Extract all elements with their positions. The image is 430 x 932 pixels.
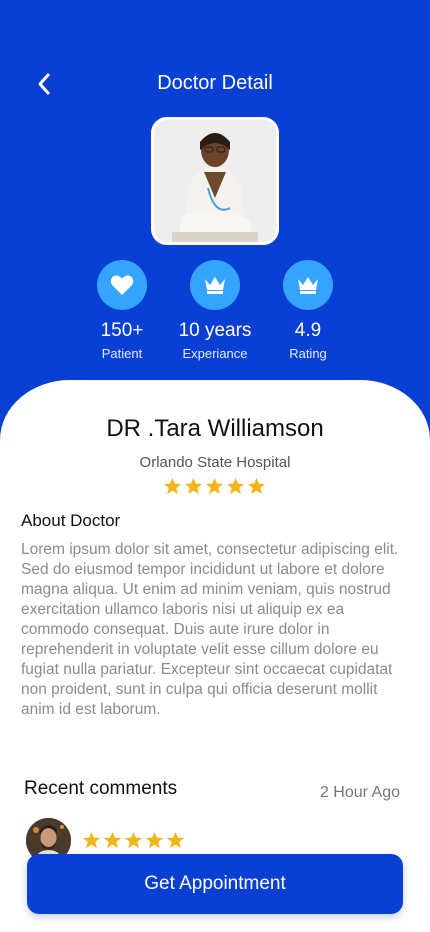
star-icon xyxy=(166,831,185,849)
star-icon xyxy=(184,477,203,495)
hospital-name: Orlando State Hospital xyxy=(139,454,291,471)
star-icon xyxy=(103,831,122,849)
star-icon xyxy=(247,477,266,495)
page-title: Doctor Detail xyxy=(157,72,273,94)
stat-label: Rating xyxy=(289,346,327,361)
stats-row: 150+ Patient 10 years Experiance 4.9 Rat… xyxy=(0,260,430,370)
star-icon xyxy=(163,477,182,495)
get-appointment-button[interactable]: Get Appointment xyxy=(27,854,403,914)
about-title: About Doctor xyxy=(21,511,121,530)
doctor-rating-stars xyxy=(163,477,266,497)
stat-rating: 4.9 Rating xyxy=(253,260,363,361)
about-text: Lorem ipsum dolor sit amet, consectetur … xyxy=(21,541,399,718)
doctor-name: DR .Tara Williamson xyxy=(106,415,324,442)
doctor-photo xyxy=(151,117,279,245)
star-icon xyxy=(82,831,101,849)
comment-rating-stars xyxy=(82,831,185,851)
doctor-detail-card: DR .Tara Williamson Orlando State Hospit… xyxy=(0,380,430,932)
crown-icon xyxy=(283,260,333,310)
comment-time: 2 Hour Ago xyxy=(319,784,400,801)
stat-value: 4.9 xyxy=(294,320,322,341)
recent-comments-title: Recent comments xyxy=(24,778,178,799)
star-icon xyxy=(205,477,224,495)
heart-icon xyxy=(97,260,147,310)
header: Doctor Detail 150+ Patient 10 years Expe… xyxy=(0,0,430,420)
star-icon xyxy=(124,831,143,849)
star-icon xyxy=(226,477,245,495)
crown-icon xyxy=(190,260,240,310)
star-icon xyxy=(145,831,164,849)
